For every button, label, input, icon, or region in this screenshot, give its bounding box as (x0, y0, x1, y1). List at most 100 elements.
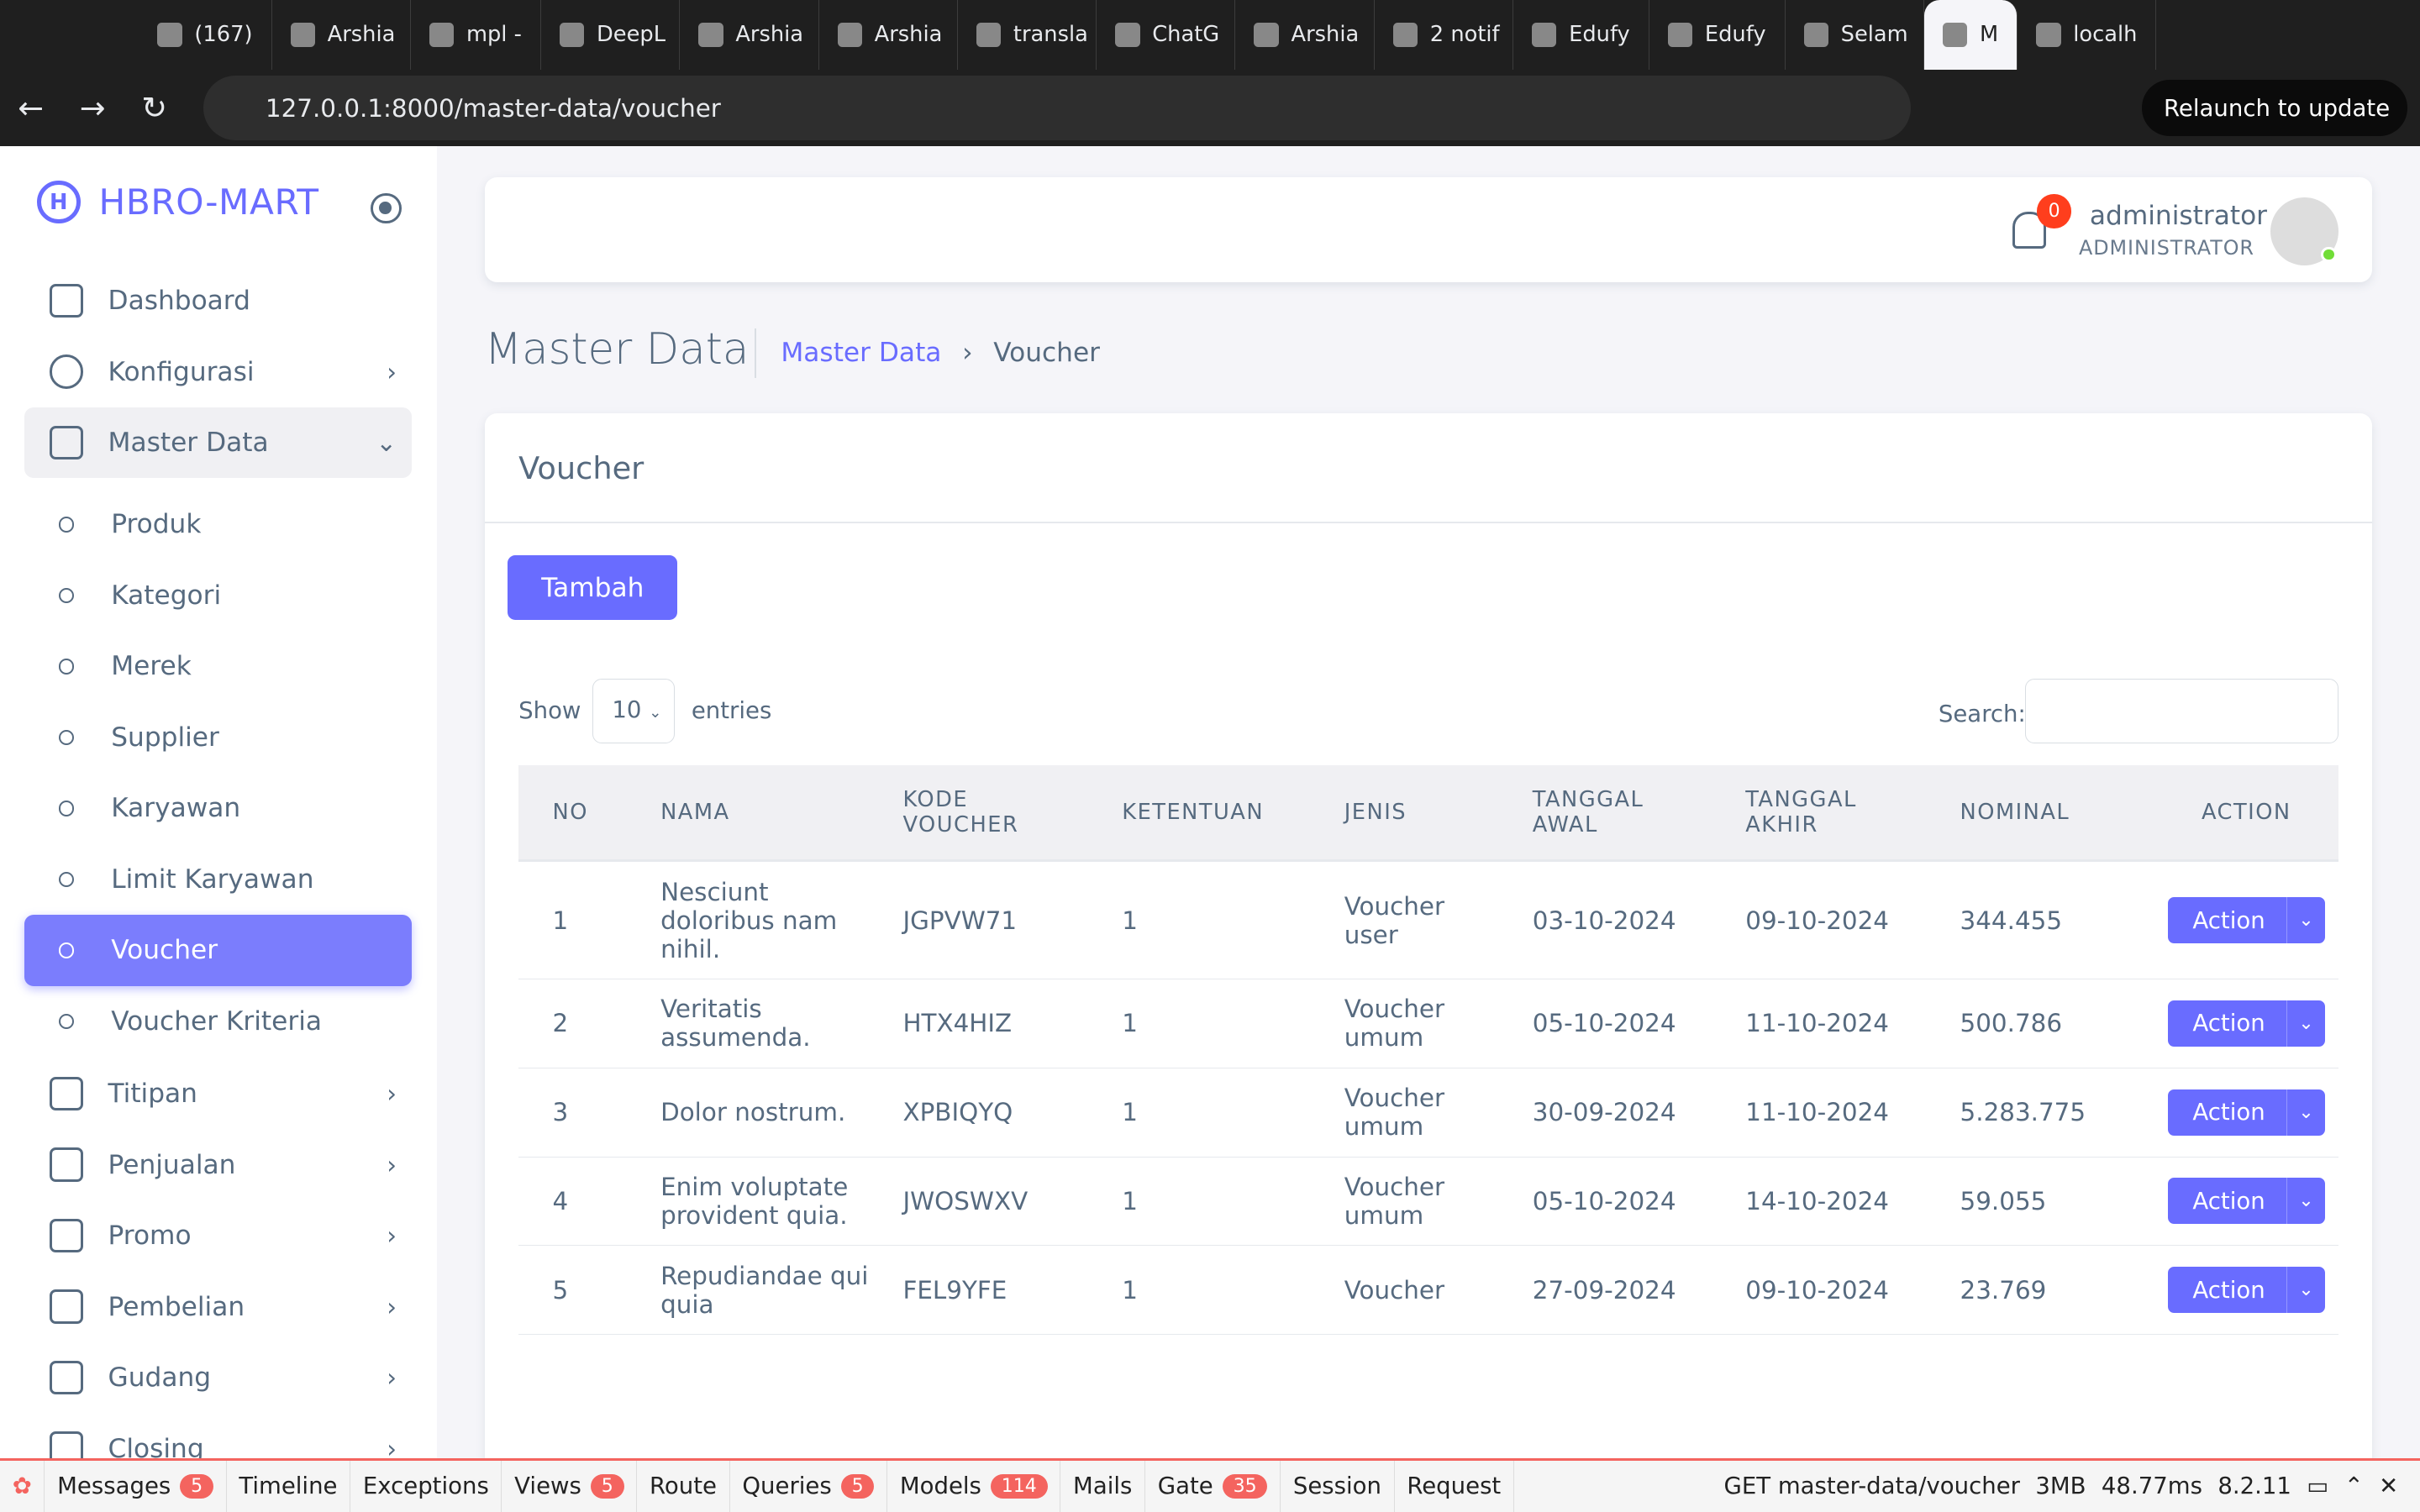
sidebar-sub-karyawan[interactable]: Karyawan (24, 773, 412, 843)
breadcrumb-link[interactable]: Master Data (781, 338, 941, 368)
browser-tab[interactable]: Arshia (272, 0, 411, 70)
column-header[interactable]: KETENTUAN (1087, 765, 1311, 863)
browser-tab[interactable]: ChatG (1097, 0, 1236, 70)
address-bar[interactable]: 127.0.0.1:8000/master-data/voucher (203, 75, 1911, 141)
laravel-logo-icon[interactable]: ✿ (0, 1461, 45, 1512)
browser-tab[interactable]: mpl - (411, 0, 541, 70)
table-cell: 03-10-2024 (1498, 860, 1712, 980)
browser-tab[interactable]: 2 notif (1375, 0, 1513, 70)
box-icon (49, 1360, 84, 1395)
sidebar-item-pembelian[interactable]: Pembelian › (24, 1271, 412, 1341)
debugbar-route[interactable]: GET master-data/voucher (1724, 1473, 2020, 1499)
back-icon[interactable]: ← (0, 90, 61, 126)
table-cell: 09-10-2024 (1711, 1245, 1927, 1335)
browser-tab[interactable]: Edufy (1513, 0, 1649, 70)
debugbar-tab[interactable]: Route (637, 1461, 730, 1512)
debugbar-tab[interactable]: Gate 35 (1145, 1461, 1281, 1512)
debugbar-tab[interactable]: Session (1281, 1461, 1395, 1512)
table-cell: 1 (1087, 1245, 1311, 1335)
column-header[interactable]: TANGGAL AWAL (1498, 765, 1712, 863)
browser-tab[interactable]: DeepL (541, 0, 681, 70)
reload-icon[interactable]: ↻ (124, 90, 185, 126)
sidebar-sub-produk[interactable]: Produk (24, 489, 412, 559)
sidebar-sub-limit-karyawan[interactable]: Limit Karyawan (24, 844, 412, 915)
chevron-down-icon: ⌄ (649, 704, 662, 722)
debugbar-tab[interactable]: Mails (1060, 1461, 1146, 1512)
browser-tab[interactable]: Selam (1786, 0, 1924, 70)
add-button[interactable]: Tambah (508, 555, 678, 621)
action-cell: Action ⌄ (2120, 860, 2338, 980)
debugbar-tab[interactable]: Messages 5 (45, 1461, 227, 1512)
browser-tab[interactable]: Arshia (819, 0, 958, 70)
action-cell: Action ⌄ (2120, 1157, 2338, 1247)
sidebar-sub-voucher[interactable]: Voucher (24, 915, 413, 986)
tab-label: Edufy (1704, 22, 1766, 48)
browser-tab[interactable]: Arshia (1235, 0, 1375, 70)
browser-tab[interactable]: localh (2018, 0, 2157, 70)
circle-icon (58, 942, 75, 958)
debugbar-php: 8.2.11 (2217, 1473, 2291, 1500)
page-size-select[interactable]: 10 ⌄ (592, 679, 675, 744)
sidebar-item-dashboard[interactable]: Dashboard (24, 265, 412, 336)
column-header[interactable]: NO (518, 765, 627, 863)
sidebar-item-label: Pembelian (108, 1291, 245, 1322)
brand[interactable]: H HBRO-MART (37, 180, 319, 224)
sidebar-sub-voucher-kriteria[interactable]: Voucher Kriteria (24, 986, 412, 1057)
debugbar-tab[interactable]: Models 114 (887, 1461, 1061, 1512)
action-button[interactable]: Action ⌄ (2168, 1089, 2325, 1136)
column-header[interactable]: JENIS (1310, 765, 1499, 863)
folder-icon[interactable]: ▭ (2307, 1473, 2328, 1499)
sidebar-item-titipan[interactable]: Titipan › (24, 1058, 412, 1129)
sidebar-sub-merek[interactable]: Merek (24, 631, 412, 701)
sidebar-item-penjualan[interactable]: Penjualan › (24, 1129, 412, 1200)
column-header[interactable]: ACTION (2120, 765, 2338, 863)
debugbar-tab[interactable]: Exceptions (350, 1461, 502, 1512)
table-cell: FEL9YFE (869, 1245, 1088, 1335)
debugbar-count-badge: 5 (590, 1473, 624, 1499)
column-header[interactable]: KODE VOUCHER (869, 765, 1088, 863)
action-button[interactable]: Action ⌄ (2168, 1267, 2325, 1314)
search-input[interactable] (2024, 679, 2338, 744)
relaunch-button[interactable]: Relaunch to update (2142, 80, 2408, 136)
table-cell: 3 (518, 1068, 627, 1158)
cart-icon (49, 1289, 84, 1324)
chevron-right-icon: › (387, 1079, 397, 1109)
sidebar-sub-label: Merek (111, 651, 192, 682)
sidebar-item-promo[interactable]: Promo › (24, 1200, 412, 1271)
column-header[interactable]: TANGGAL AKHIR (1711, 765, 1927, 863)
browser-tab-strip: (167) Arshia mpl - DeepL Arshia Arshia transla… (0, 0, 2420, 70)
chevron-up-icon[interactable]: ⌃ (2344, 1473, 2364, 1499)
column-header[interactable]: NOMINAL (1926, 765, 2121, 863)
browser-tab[interactable]: transla (958, 0, 1097, 70)
action-button[interactable]: Action ⌄ (2168, 1178, 2325, 1225)
browser-tab[interactable]: Edufy (1649, 0, 1786, 70)
sidebar-toggle-icon[interactable] (370, 192, 402, 224)
book-icon (49, 425, 84, 460)
sidebar-sub-supplier[interactable]: Supplier (24, 702, 412, 773)
column-header[interactable]: NAMA (626, 765, 870, 863)
favicon-icon (1803, 22, 1828, 47)
debugbar-tab[interactable]: Timeline (227, 1461, 351, 1512)
table-cell: Dolor nostrum. (626, 1068, 870, 1158)
sidebar-item-gudang[interactable]: Gudang › (24, 1342, 412, 1413)
table-cell: JGPVW71 (869, 860, 1088, 980)
browser-tab[interactable]: (167) (139, 0, 272, 70)
action-button[interactable]: Action ⌄ (2168, 897, 2325, 944)
browser-tab[interactable]: Arshia (680, 0, 819, 70)
voucher-card: Voucher Tambah Show 10 ⌄ entries Search:… (484, 413, 2372, 1478)
debugbar-tab[interactable]: Request (1395, 1461, 1514, 1512)
sidebar-item-konfigurasi[interactable]: Konfigurasi › (24, 336, 412, 407)
debugbar-tab[interactable]: Queries 5 (730, 1461, 888, 1512)
brand-name: HBRO-MART (98, 181, 319, 223)
debugbar-tab[interactable]: Views 5 (502, 1461, 638, 1512)
page-size-value: 10 (612, 696, 642, 724)
forward-icon[interactable]: → (61, 90, 123, 126)
sidebar-sub-label: Voucher (111, 935, 218, 966)
sidebar-sub-label: Voucher Kriteria (111, 1005, 323, 1037)
sidebar-item-master-data[interactable]: Master Data ⌄ (24, 407, 413, 479)
favicon-icon (429, 22, 455, 47)
close-icon[interactable]: ✕ (2379, 1473, 2398, 1499)
action-button[interactable]: Action ⌄ (2168, 1000, 2325, 1047)
sidebar-sub-kategori[interactable]: Kategori (24, 560, 412, 631)
browser-tab[interactable]: M (1923, 0, 2018, 70)
